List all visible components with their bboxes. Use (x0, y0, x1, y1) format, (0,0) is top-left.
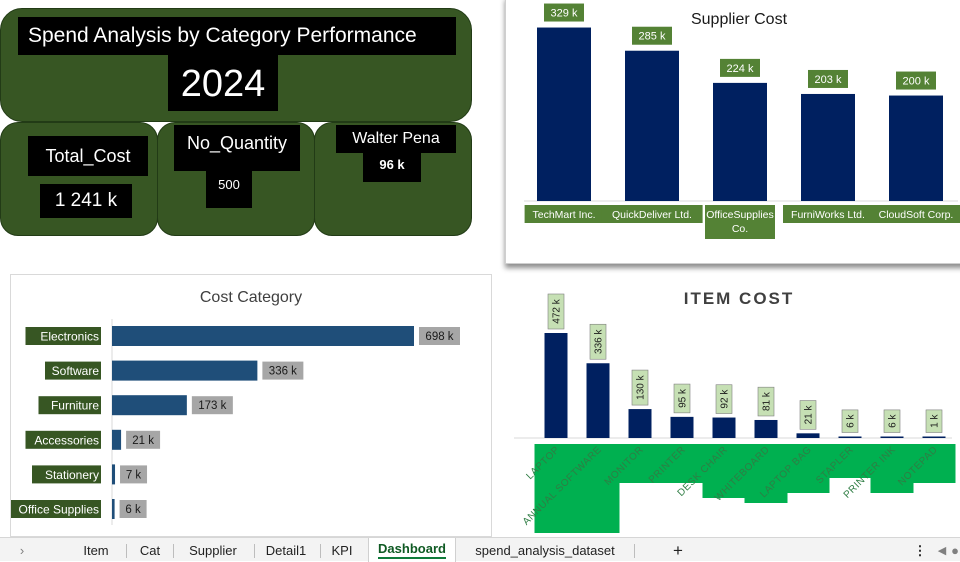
tab-dashboard[interactable]: Dashboard (368, 538, 456, 562)
category-label: Stationery (45, 468, 99, 482)
category-bar (112, 499, 115, 519)
category-bar (112, 464, 116, 485)
supplier-category-label: QuickDeliver Ltd. (612, 209, 692, 221)
supplier-data-label: 224 k (727, 63, 754, 75)
kpi-label-quantity: No_Quantity (174, 125, 300, 171)
dashboard-title: Spend Analysis by Category Performance (18, 17, 456, 55)
category-bar (112, 326, 414, 346)
supplier-bar (625, 50, 679, 202)
item-cost-chart: ITEM COST 472 kLAPTOP336 kANNUAL SOFTWAR… (514, 289, 956, 533)
category-data-label: 7 k (126, 469, 142, 481)
category-label: Software (52, 364, 100, 378)
item-data-label: 92 k (720, 389, 731, 409)
tab-detail1[interactable]: Detail1 (259, 542, 313, 560)
category-label: Furniture (51, 399, 99, 413)
item-data-label: 1 k (930, 414, 941, 428)
supplier-cost-title: Supplier Cost (691, 11, 788, 28)
item-data-label: 95 k (678, 388, 689, 408)
item-bar (544, 333, 568, 438)
tab-cat[interactable]: Cat (132, 542, 168, 560)
item-bar (880, 436, 904, 438)
item-cost-panel[interactable]: ITEM COST 472 k LAPTOP 336 k ANNUAL SOFTWAR… (512, 274, 960, 537)
year-display: 2024 (168, 55, 278, 111)
supplier-category-label: FurniWorks Ltd. (791, 209, 865, 221)
cost-category-panel[interactable]: Cost Category Electronics 698 k Software 33… (10, 274, 492, 537)
plus-icon[interactable]: + (668, 542, 688, 560)
supplier-data-label: 200 k (903, 76, 930, 88)
tab-supplier[interactable]: Supplier (180, 542, 246, 560)
category-data-label: 336 k (269, 366, 297, 378)
supplier-data-label: 285 k (639, 31, 666, 43)
category-label: Office Supplies (19, 503, 100, 517)
kpi-value-quantity: 500 (206, 170, 252, 208)
tab-item[interactable]: Item (74, 542, 118, 560)
kpi-value-total-cost: 1 241 k (40, 184, 132, 218)
supplier-bar (537, 27, 591, 202)
category-data-label: 21 k (132, 435, 154, 447)
item-data-label: 6 k (846, 414, 857, 428)
item-data-label: 130 k (636, 374, 647, 399)
sheet-tab-bar: › Item Cat Supplier Detail1 KPI Dashboar… (0, 537, 960, 562)
scroll-left-icon[interactable]: ◀ (936, 542, 948, 560)
supplier-data-label: 203 k (815, 74, 842, 86)
item-bar (628, 409, 652, 438)
category-data-label: 173 k (198, 400, 226, 412)
supplier-bar (713, 82, 767, 201)
kpi-label-total-cost: Total_Cost (28, 136, 148, 176)
supplier-bar (801, 93, 855, 201)
kpi-value-top-buyer: 96 k (363, 152, 421, 182)
tab-kpi[interactable]: KPI (326, 542, 358, 560)
supplier-cost-panel[interactable]: Supplier Cost 329 k TechMart Inc. 285 k Qui… (505, 0, 960, 264)
supplier-bar (889, 95, 943, 201)
category-label: Electronics (40, 330, 99, 344)
item-data-label: 336 k (594, 329, 605, 354)
category-label: Accessories (34, 433, 99, 447)
supplier-category-label: TechMart Inc. (532, 209, 595, 221)
item-bar (754, 419, 778, 438)
category-bar (112, 360, 258, 381)
kpi-label-top-buyer: Walter Pena (336, 125, 456, 153)
supplier-category-label: CloudSoft Corp. (879, 209, 954, 221)
item-bar (586, 363, 610, 438)
item-bar (712, 417, 736, 438)
vertical-ellipsis-icon[interactable]: ⋮ (912, 542, 928, 560)
item-data-label: 81 k (762, 391, 773, 411)
category-data-label: 6 k (125, 504, 141, 516)
item-data-label: 6 k (888, 414, 899, 428)
item-data-label: 472 k (552, 298, 563, 323)
supplier-cost-chart: Supplier Cost 329 k TechMart Inc. 285 k Qui… (524, 3, 960, 239)
item-bar (838, 436, 862, 438)
cost-category-chart: Cost Category Electronics 698 k Software 33… (11, 289, 460, 525)
item-bar (796, 433, 820, 438)
tab-dashboard-label: Dashboard (378, 541, 446, 559)
chevron-right-icon[interactable]: › (14, 542, 30, 560)
category-bar (112, 395, 187, 416)
category-data-label: 698 k (425, 331, 453, 343)
item-data-label: 21 k (804, 404, 815, 424)
category-bar (112, 429, 122, 450)
item-bar (670, 416, 694, 438)
scroll-thumb[interactable]: ● (950, 542, 960, 560)
item-bar (922, 436, 946, 438)
supplier-data-label: 329 k (551, 8, 578, 20)
cost-category-title: Cost Category (200, 289, 302, 306)
tab-spend-analysis-dataset[interactable]: spend_analysis_dataset (466, 542, 624, 560)
item-cost-title: ITEM COST (684, 289, 795, 308)
